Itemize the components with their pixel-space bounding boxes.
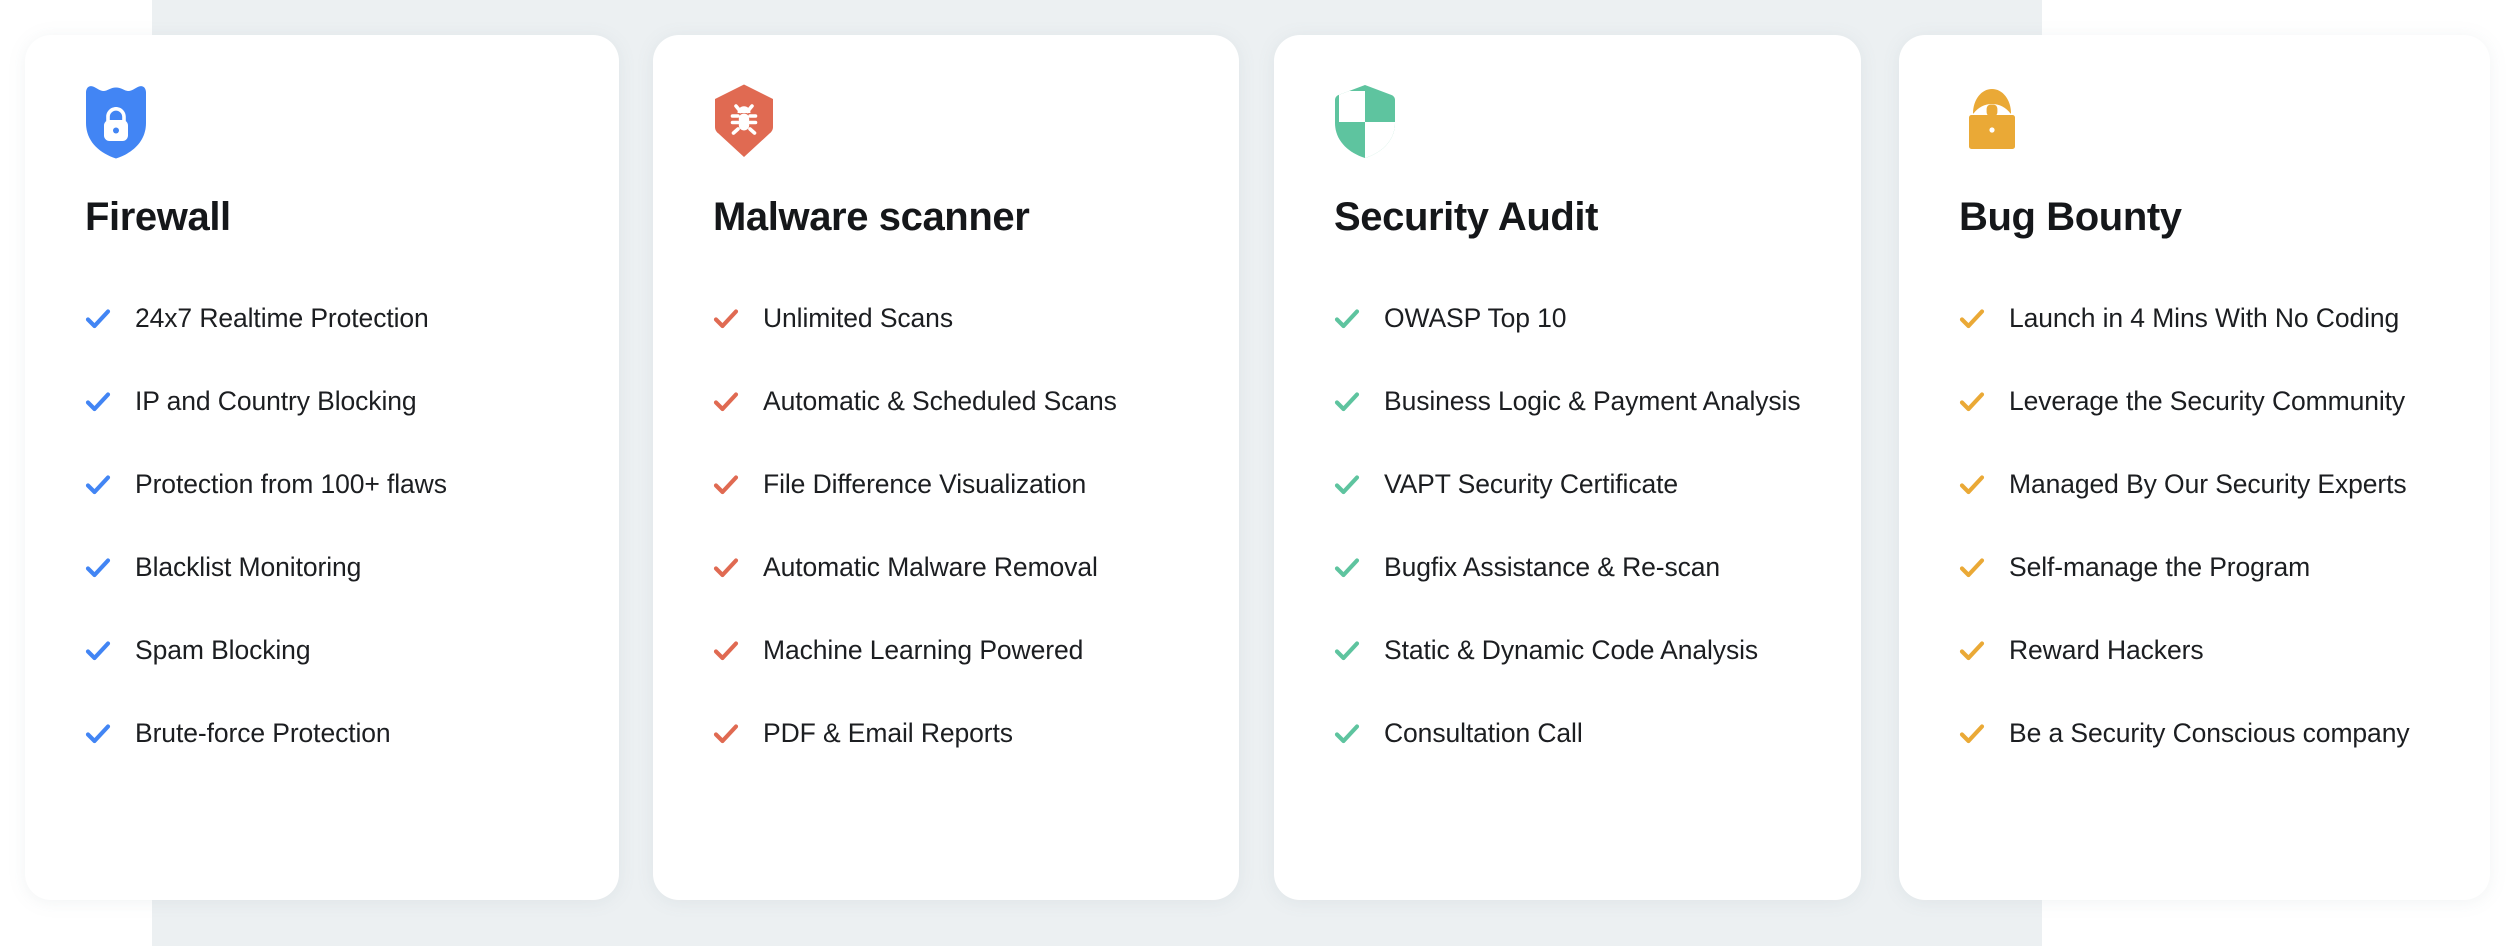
- hacker-laptop-icon: [1959, 83, 2446, 165]
- list-item: Bugfix Assistance & Re-scan: [1334, 526, 1817, 609]
- shield-bug-icon: [713, 83, 1195, 165]
- list-item: Spam Blocking: [85, 609, 575, 692]
- list-item: Brute-force Protection: [85, 692, 575, 775]
- card-title: Firewall: [85, 195, 231, 239]
- feature-label: Static & Dynamic Code Analysis: [1384, 634, 1759, 665]
- check-icon: [1334, 474, 1360, 494]
- feature-label: Automatic Malware Removal: [763, 551, 1098, 582]
- check-icon: [85, 640, 111, 660]
- list-item: Managed By Our Security Experts: [1959, 443, 2446, 526]
- feature-label: Protection from 100+ flaws: [135, 468, 447, 499]
- feature-label: Managed By Our Security Experts: [2009, 468, 2407, 499]
- feature-label: 24x7 Realtime Protection: [135, 302, 429, 333]
- feature-card-bug-bounty[interactable]: Bug Bounty Launch in 4 Mins With No Codi…: [1899, 35, 2490, 900]
- check-icon: [1959, 640, 1985, 660]
- feature-label: Business Logic & Payment Analysis: [1384, 385, 1801, 416]
- feature-list: Unlimited Scans Automatic & Scheduled Sc…: [713, 277, 1195, 775]
- check-icon: [713, 391, 739, 411]
- check-icon: [1334, 308, 1360, 328]
- feature-list: 24x7 Realtime Protection IP and Country …: [85, 277, 575, 775]
- feature-cards-section: Firewall 24x7 Realtime Protection IP and…: [0, 0, 2510, 946]
- check-icon: [713, 640, 739, 660]
- list-item: Protection from 100+ flaws: [85, 443, 575, 526]
- check-icon: [1334, 557, 1360, 577]
- check-icon: [1334, 723, 1360, 743]
- shield-lock-icon: [85, 83, 575, 165]
- feature-list: Launch in 4 Mins With No Coding Leverage…: [1959, 277, 2446, 775]
- feature-label: VAPT Security Certificate: [1384, 468, 1679, 499]
- list-item: Self-manage the Program: [1959, 526, 2446, 609]
- feature-card-security-audit[interactable]: Security Audit OWASP Top 10 Business Log…: [1274, 35, 1861, 900]
- list-item: 24x7 Realtime Protection: [85, 277, 575, 360]
- check-icon: [1959, 723, 1985, 743]
- feature-label: Unlimited Scans: [763, 302, 953, 333]
- card-title: Security Audit: [1334, 195, 1599, 239]
- list-item: Be a Security Conscious company: [1959, 692, 2446, 775]
- check-icon: [85, 474, 111, 494]
- check-icon: [85, 557, 111, 577]
- cards-container: Firewall 24x7 Realtime Protection IP and…: [0, 0, 2510, 946]
- check-icon: [713, 308, 739, 328]
- check-icon: [1959, 391, 1985, 411]
- feature-list: OWASP Top 10 Business Logic & Payment An…: [1334, 277, 1817, 775]
- feature-label: Leverage the Security Community: [2009, 385, 2406, 416]
- list-item: Automatic & Scheduled Scans: [713, 360, 1195, 443]
- feature-label: Self-manage the Program: [2009, 551, 2311, 582]
- list-item: VAPT Security Certificate: [1334, 443, 1817, 526]
- check-icon: [1959, 474, 1985, 494]
- feature-card-malware-scanner[interactable]: Malware scanner Unlimited Scans Automati…: [653, 35, 1239, 900]
- feature-label: Machine Learning Powered: [763, 634, 1084, 665]
- list-item: Blacklist Monitoring: [85, 526, 575, 609]
- check-icon: [85, 308, 111, 328]
- list-item: Reward Hackers: [1959, 609, 2446, 692]
- check-icon: [85, 723, 111, 743]
- card-title: Malware scanner: [713, 195, 1030, 239]
- check-icon: [1959, 557, 1985, 577]
- feature-label: Automatic & Scheduled Scans: [763, 385, 1117, 416]
- feature-label: Be a Security Conscious company: [2009, 717, 2410, 748]
- list-item: Machine Learning Powered: [713, 609, 1195, 692]
- list-item: Business Logic & Payment Analysis: [1334, 360, 1817, 443]
- card-title: Bug Bounty: [1959, 195, 2182, 239]
- list-item: IP and Country Blocking: [85, 360, 575, 443]
- shield-quartered-icon: [1334, 83, 1817, 165]
- feature-label: Launch in 4 Mins With No Coding: [2009, 302, 2400, 333]
- check-icon: [1959, 308, 1985, 328]
- feature-label: Blacklist Monitoring: [135, 551, 362, 582]
- list-item: Unlimited Scans: [713, 277, 1195, 360]
- check-icon: [85, 391, 111, 411]
- feature-label: File Difference Visualization: [763, 468, 1087, 499]
- feature-label: Reward Hackers: [2009, 634, 2204, 665]
- list-item: Consultation Call: [1334, 692, 1817, 775]
- check-icon: [1334, 640, 1360, 660]
- list-item: PDF & Email Reports: [713, 692, 1195, 775]
- feature-label: Spam Blocking: [135, 634, 311, 665]
- list-item: Static & Dynamic Code Analysis: [1334, 609, 1817, 692]
- check-icon: [713, 723, 739, 743]
- list-item: File Difference Visualization: [713, 443, 1195, 526]
- list-item: Leverage the Security Community: [1959, 360, 2446, 443]
- check-icon: [713, 474, 739, 494]
- list-item: Launch in 4 Mins With No Coding: [1959, 277, 2446, 360]
- feature-label: Consultation Call: [1384, 717, 1583, 748]
- feature-label: OWASP Top 10: [1384, 302, 1567, 333]
- check-icon: [1334, 391, 1360, 411]
- feature-label: PDF & Email Reports: [763, 717, 1013, 748]
- check-icon: [713, 557, 739, 577]
- feature-card-firewall[interactable]: Firewall 24x7 Realtime Protection IP and…: [25, 35, 619, 900]
- list-item: Automatic Malware Removal: [713, 526, 1195, 609]
- list-item: OWASP Top 10: [1334, 277, 1817, 360]
- feature-label: Brute-force Protection: [135, 717, 391, 748]
- feature-label: IP and Country Blocking: [135, 385, 417, 416]
- feature-label: Bugfix Assistance & Re-scan: [1384, 551, 1721, 582]
